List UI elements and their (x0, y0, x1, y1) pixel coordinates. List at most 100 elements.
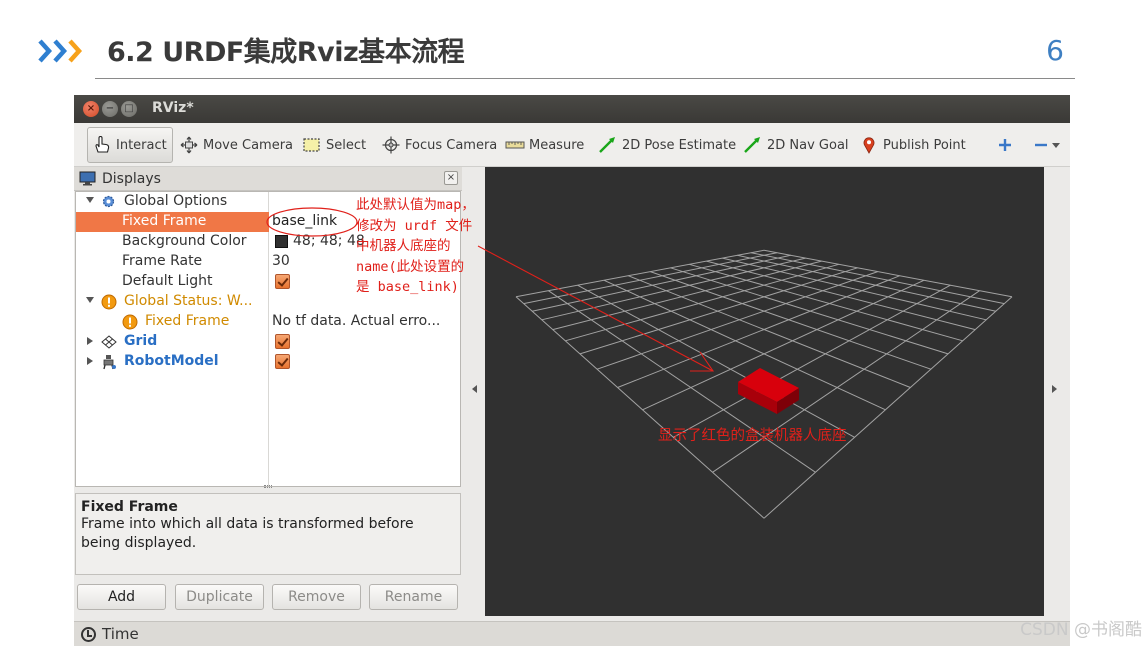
measure-label: Measure (529, 137, 585, 153)
grid-line (515, 249, 765, 298)
annotation-caption: 显示了红色的盒装机器人底座 (658, 428, 847, 444)
grid-line (689, 263, 963, 342)
select-tool-button[interactable]: Select (302, 129, 366, 161)
expand-arrow-icon[interactable] (87, 357, 93, 365)
add-display-button[interactable]: Add (77, 584, 166, 610)
displays-close-button[interactable]: × (444, 171, 458, 185)
collapse-right-arrow-icon[interactable] (1052, 385, 1057, 393)
grid-checkbox[interactable] (275, 334, 290, 349)
expand-arrow-icon[interactable] (87, 337, 93, 345)
select-label: Select (326, 137, 367, 153)
time-label: Time (102, 625, 139, 643)
robot-model-label: RobotModel (124, 353, 219, 369)
time-panel: Time (74, 621, 1070, 646)
focus-camera-label: Focus Camera (405, 137, 498, 153)
warning-icon (101, 294, 117, 310)
measure-tool-button[interactable]: Measure (505, 129, 584, 161)
hand-pointer-icon (95, 136, 110, 153)
property-description: Fixed Frame Frame into which all data is… (75, 493, 461, 575)
grid-line (763, 249, 1013, 298)
green-arrow-icon (599, 137, 615, 153)
window-minimize-button[interactable]: − (102, 101, 118, 117)
ruler-icon (505, 141, 525, 149)
rename-display-button[interactable]: Rename (369, 584, 458, 610)
global-options-label: Global Options (124, 193, 228, 209)
status-fixed-frame-label: Fixed Frame (145, 313, 230, 329)
publish-point-tool-button[interactable]: Publish Point (859, 129, 966, 161)
frame-rate-value[interactable]: 30 (272, 253, 290, 269)
annotation-note: 此处默认值为map， 修改为 urdf 文件 中机器人底座的 name(此处设置… (356, 197, 475, 295)
window-maximize-button[interactable]: □ (121, 101, 137, 117)
watermark: CSDN @书阁酷 (1020, 620, 1142, 640)
description-title: Fixed Frame (81, 499, 178, 515)
pose-estimate-tool-button[interactable]: 2D Pose Estimate (598, 129, 736, 161)
chevron-arrows-icon (38, 39, 83, 63)
robot-model-checkbox[interactable] (275, 354, 290, 369)
nav-goal-label: 2D Nav Goal (767, 137, 849, 153)
clock-icon (81, 627, 96, 642)
slide-header: 6.2 URDF集成Rviz基本流程 6 (0, 0, 1148, 90)
focus-camera-tool-button[interactable]: Focus Camera (381, 129, 497, 161)
remove-tool-button[interactable] (1032, 129, 1060, 161)
fixed-frame-label: Fixed Frame (122, 213, 207, 229)
select-box-icon (303, 138, 320, 152)
displays-title: Displays (102, 171, 161, 187)
grid-line (531, 254, 791, 312)
header-divider (95, 78, 1075, 79)
nav-goal-tool-button[interactable]: 2D Nav Goal (743, 129, 849, 161)
duplicate-display-button[interactable]: Duplicate (175, 584, 264, 610)
grid-icon (101, 335, 117, 349)
grid-line (737, 254, 997, 312)
frame-rate-label: Frame Rate (122, 253, 203, 269)
minus-icon (1035, 143, 1047, 147)
fixed-frame-value[interactable]: base_link (272, 213, 337, 229)
background-color-label: Background Color (122, 233, 247, 249)
background-color-value[interactable]: 48; 48; 48 (293, 233, 365, 249)
pose-estimate-label: 2D Pose Estimate (622, 137, 737, 153)
focus-camera-icon (382, 136, 400, 154)
grid-line (579, 267, 858, 355)
toolbar: Interact Move Camera Select Focus Camera (74, 123, 1070, 167)
collapse-left-arrow-icon[interactable] (472, 385, 477, 393)
robot-base-box (738, 368, 799, 414)
move-camera-icon (180, 136, 198, 154)
interact-label: Interact (116, 137, 167, 153)
dropdown-arrow-icon (1052, 143, 1060, 148)
publish-point-label: Publish Point (883, 137, 966, 153)
status-fixed-frame-value: No tf data. Actual erro... (272, 313, 441, 329)
monitor-icon (79, 171, 96, 186)
window-titlebar[interactable]: × − □ RViz* (74, 95, 1070, 123)
gear-icon (102, 195, 115, 208)
grid-label: Grid (124, 333, 158, 349)
description-text: Frame into which all data is transformed… (81, 516, 414, 551)
robot-icon (103, 355, 116, 370)
grid-line (706, 260, 976, 331)
window-title: RViz* (152, 100, 194, 116)
ground-grid (515, 249, 1013, 519)
slide-number: 6 (1046, 34, 1064, 67)
expand-arrow-icon[interactable] (86, 197, 94, 203)
3d-viewport[interactable] (485, 167, 1044, 616)
slide-title: 6.2 URDF集成Rviz基本流程 (107, 37, 465, 68)
add-tool-button[interactable] (995, 129, 1019, 161)
rviz-window: × − □ RViz* Interact Move Camera Select (74, 95, 1070, 646)
map-pin-icon (863, 137, 875, 154)
tree-row-robot-model[interactable]: RobotModel (76, 352, 460, 372)
color-swatch[interactable] (275, 235, 288, 248)
splitter-handle[interactable] (264, 485, 272, 488)
plus-icon (999, 139, 1011, 151)
default-light-checkbox[interactable] (275, 274, 290, 289)
remove-display-button[interactable]: Remove (272, 584, 361, 610)
tree-row-status-fixed-frame[interactable]: Fixed Frame No tf data. Actual erro... (76, 312, 460, 332)
window-close-button[interactable]: × (83, 101, 99, 117)
default-light-label: Default Light (122, 273, 213, 289)
move-camera-tool-button[interactable]: Move Camera (179, 129, 293, 161)
warning-icon (122, 314, 138, 330)
minimize-icon: − (105, 103, 115, 114)
maximize-icon: □ (124, 103, 134, 114)
expand-arrow-icon[interactable] (86, 297, 94, 303)
displays-header: Displays × (74, 167, 462, 191)
tree-row-grid[interactable]: Grid (76, 332, 460, 352)
close-icon: × (86, 103, 96, 114)
interact-tool-button[interactable]: Interact (87, 127, 173, 163)
